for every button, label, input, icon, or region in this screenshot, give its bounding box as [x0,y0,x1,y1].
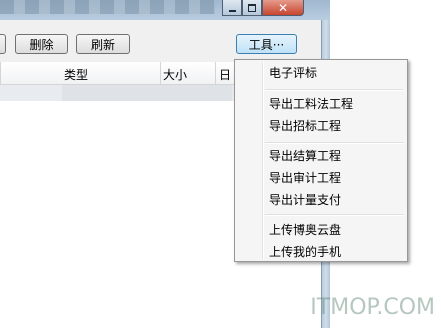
list-item-highlight [62,85,232,101]
tools-dropdown-menu: 电子评标 导出工料法工程 导出招标工程 导出结算工程 导出审计工程 导出计量支付… [234,59,408,262]
toolbar: 删除 刷新 工具··· [0,20,321,62]
menu-item-export-settlement[interactable]: 导出结算工程 [269,146,399,164]
minimize-icon[interactable] [222,0,242,16]
maximize-icon[interactable] [242,0,262,16]
caption-buttons: ✕ [222,0,304,16]
tools-menu-button[interactable]: 工具··· [236,34,297,54]
menu-separator [265,214,403,216]
column-header-size[interactable]: 大小 [163,66,187,82]
menu-item-export-material-method[interactable]: 导出工料法工程 [269,94,399,112]
partial-button[interactable] [0,34,6,54]
window-title-bar: ✕ [0,0,330,20]
close-icon[interactable]: ✕ [262,0,304,16]
column-separator[interactable] [0,62,1,84]
menu-item-export-tender[interactable]: 导出招标工程 [269,116,399,134]
column-separator[interactable] [160,62,161,84]
menu-item-upload-phone[interactable]: 上传我的手机 [269,242,399,260]
menu-icon-gutter [262,62,264,259]
column-separator[interactable] [215,62,216,84]
menu-separator [265,142,403,144]
menu-item-export-measurement-payment[interactable]: 导出计量支付 [269,190,399,208]
column-header-date[interactable]: 日 [219,66,231,82]
delete-button[interactable]: 删除 [15,34,68,54]
menu-item-upload-cloud[interactable]: 上传博奥云盘 [269,220,399,238]
watermark: ITMOP.COM [310,295,435,320]
column-header-type[interactable]: 类型 [64,66,88,82]
menu-item-electronic-bid-evaluation[interactable]: 电子评标 [269,63,399,81]
refresh-button[interactable]: 刷新 [76,34,130,54]
menu-separator [265,89,403,91]
title-bar-content [0,0,215,14]
menu-item-export-audit[interactable]: 导出审计工程 [269,168,399,186]
